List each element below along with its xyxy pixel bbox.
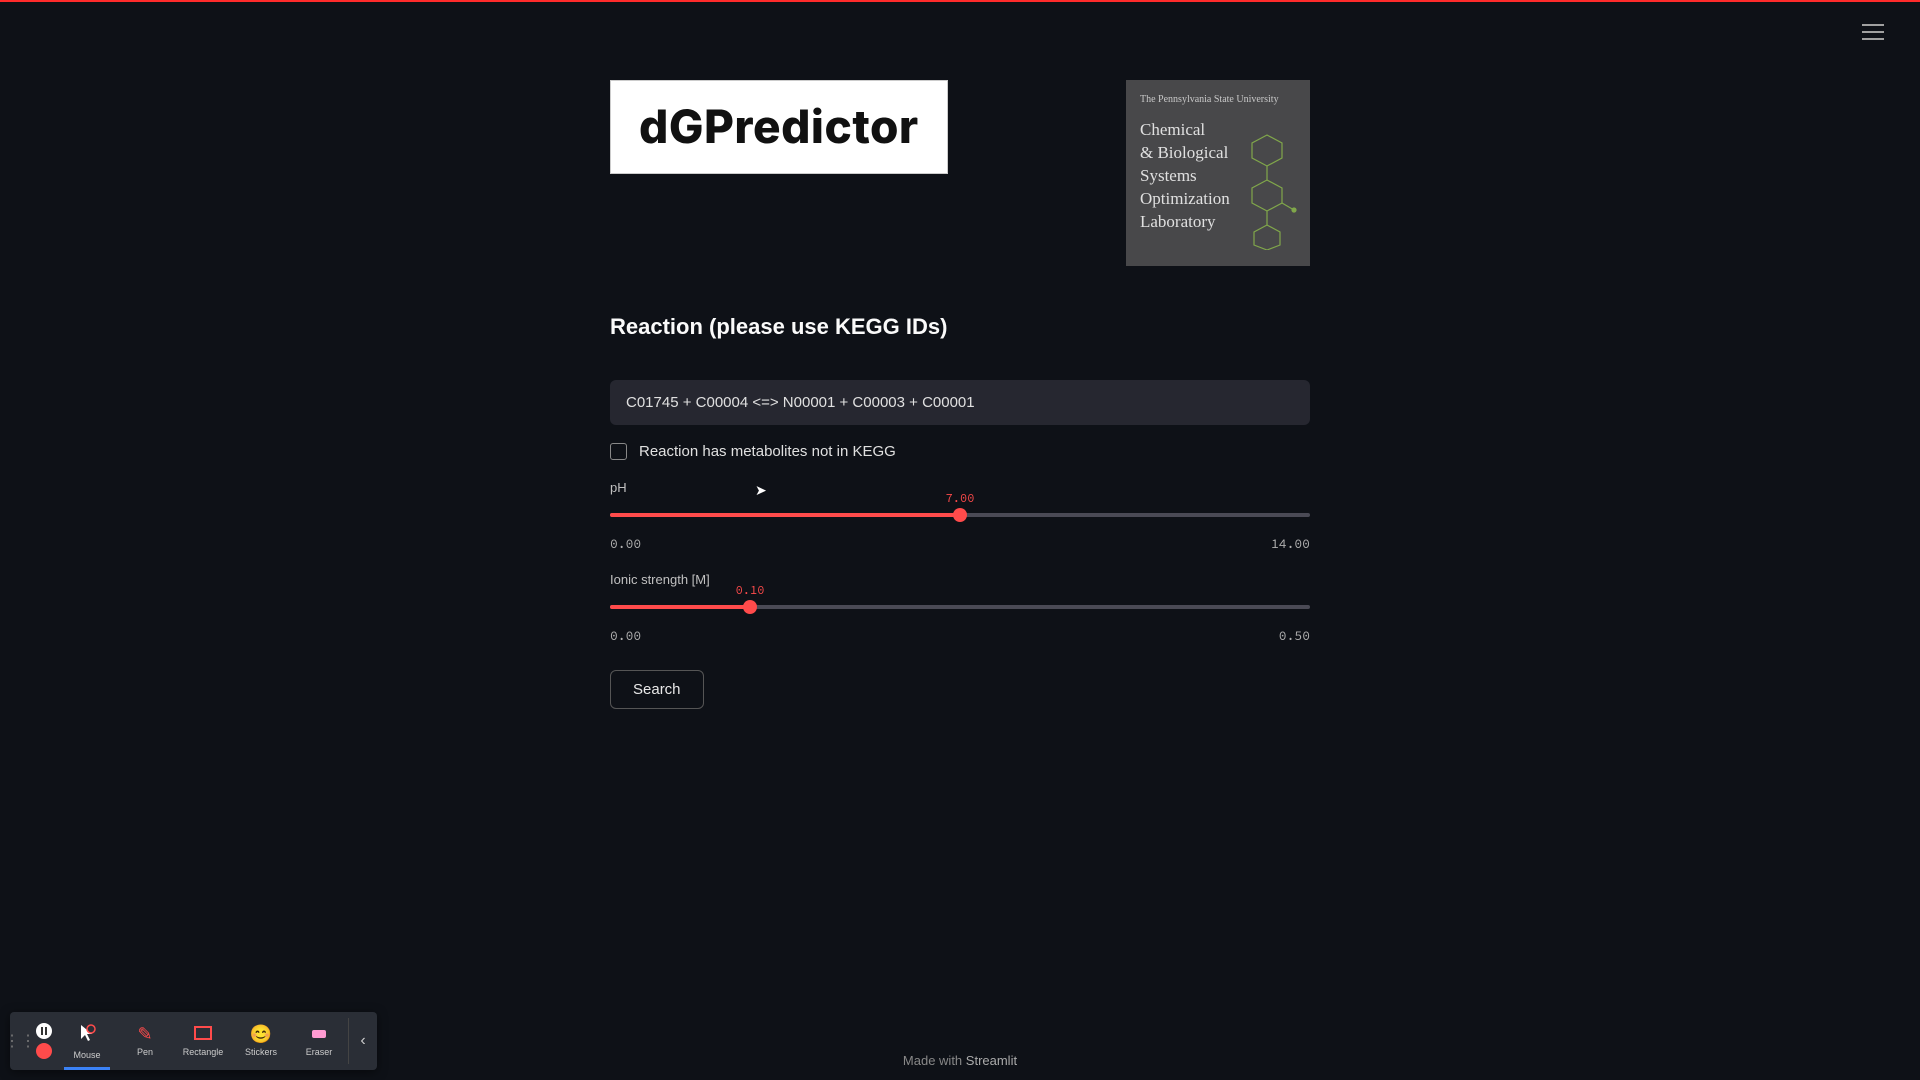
eraser-icon [310,1025,328,1043]
app-logo-text: dGPredictor [639,99,919,155]
tool-pen[interactable]: ✎ Pen [116,1012,174,1070]
cursor-icon [77,1023,97,1046]
annotation-toolbar: ⋮⋮ Mouse ✎ Pen Rectangle 😊 Stickers Eras… [10,1012,377,1070]
tool-rectangle[interactable]: Rectangle [174,1012,232,1070]
reaction-heading: Reaction (please use KEGG IDs) [610,314,1310,340]
app-logo: dGPredictor [610,80,948,174]
ionic-min: 0.00 [610,627,641,644]
sticker-icon: 😊 [250,1025,272,1043]
lab-university: The Pennsylvania State University [1140,94,1296,105]
tool-mouse[interactable]: Mouse [58,1012,116,1070]
not-in-kegg-checkbox[interactable] [610,443,627,460]
menu-icon[interactable] [1862,24,1884,40]
ionic-slider-block: Ionic strength [M] 0.10 0.00 0.50 [610,572,1310,644]
main-content: dGPredictor The Pennsylvania State Unive… [610,0,1310,709]
ionic-slider-thumb[interactable] [743,600,757,614]
footer-prefix: Made with [903,1053,966,1068]
rectangle-icon [194,1025,212,1043]
ph-slider-block: pH 7.00 0.00 14.00 [610,480,1310,552]
ionic-max: 0.50 [1279,627,1310,644]
tool-stickers[interactable]: 😊 Stickers [232,1012,290,1070]
not-in-kegg-label: Reaction has metabolites not in KEGG [639,443,896,460]
reaction-input[interactable] [610,380,1310,425]
record-button[interactable] [36,1043,52,1059]
pause-button[interactable] [36,1023,52,1039]
ph-slider[interactable]: 7.00 [610,505,1310,525]
collapse-toolbar-button[interactable]: ‹ [349,1012,377,1070]
lab-card: The Pennsylvania State University Chemic… [1126,80,1310,266]
ph-slider-thumb[interactable] [953,508,967,522]
drag-handle-icon[interactable]: ⋮⋮ [10,1012,30,1070]
tool-eraser[interactable]: Eraser [290,1012,348,1070]
ph-max: 14.00 [1271,535,1310,552]
pen-icon: ✎ [137,1025,152,1043]
search-button[interactable]: Search [610,670,704,709]
ionic-label: Ionic strength [M] [610,572,1310,587]
ph-min: 0.00 [610,535,641,552]
footer-brand: Streamlit [966,1053,1017,1068]
ionic-slider[interactable]: 0.10 [610,597,1310,617]
molecule-icon [1232,130,1302,250]
